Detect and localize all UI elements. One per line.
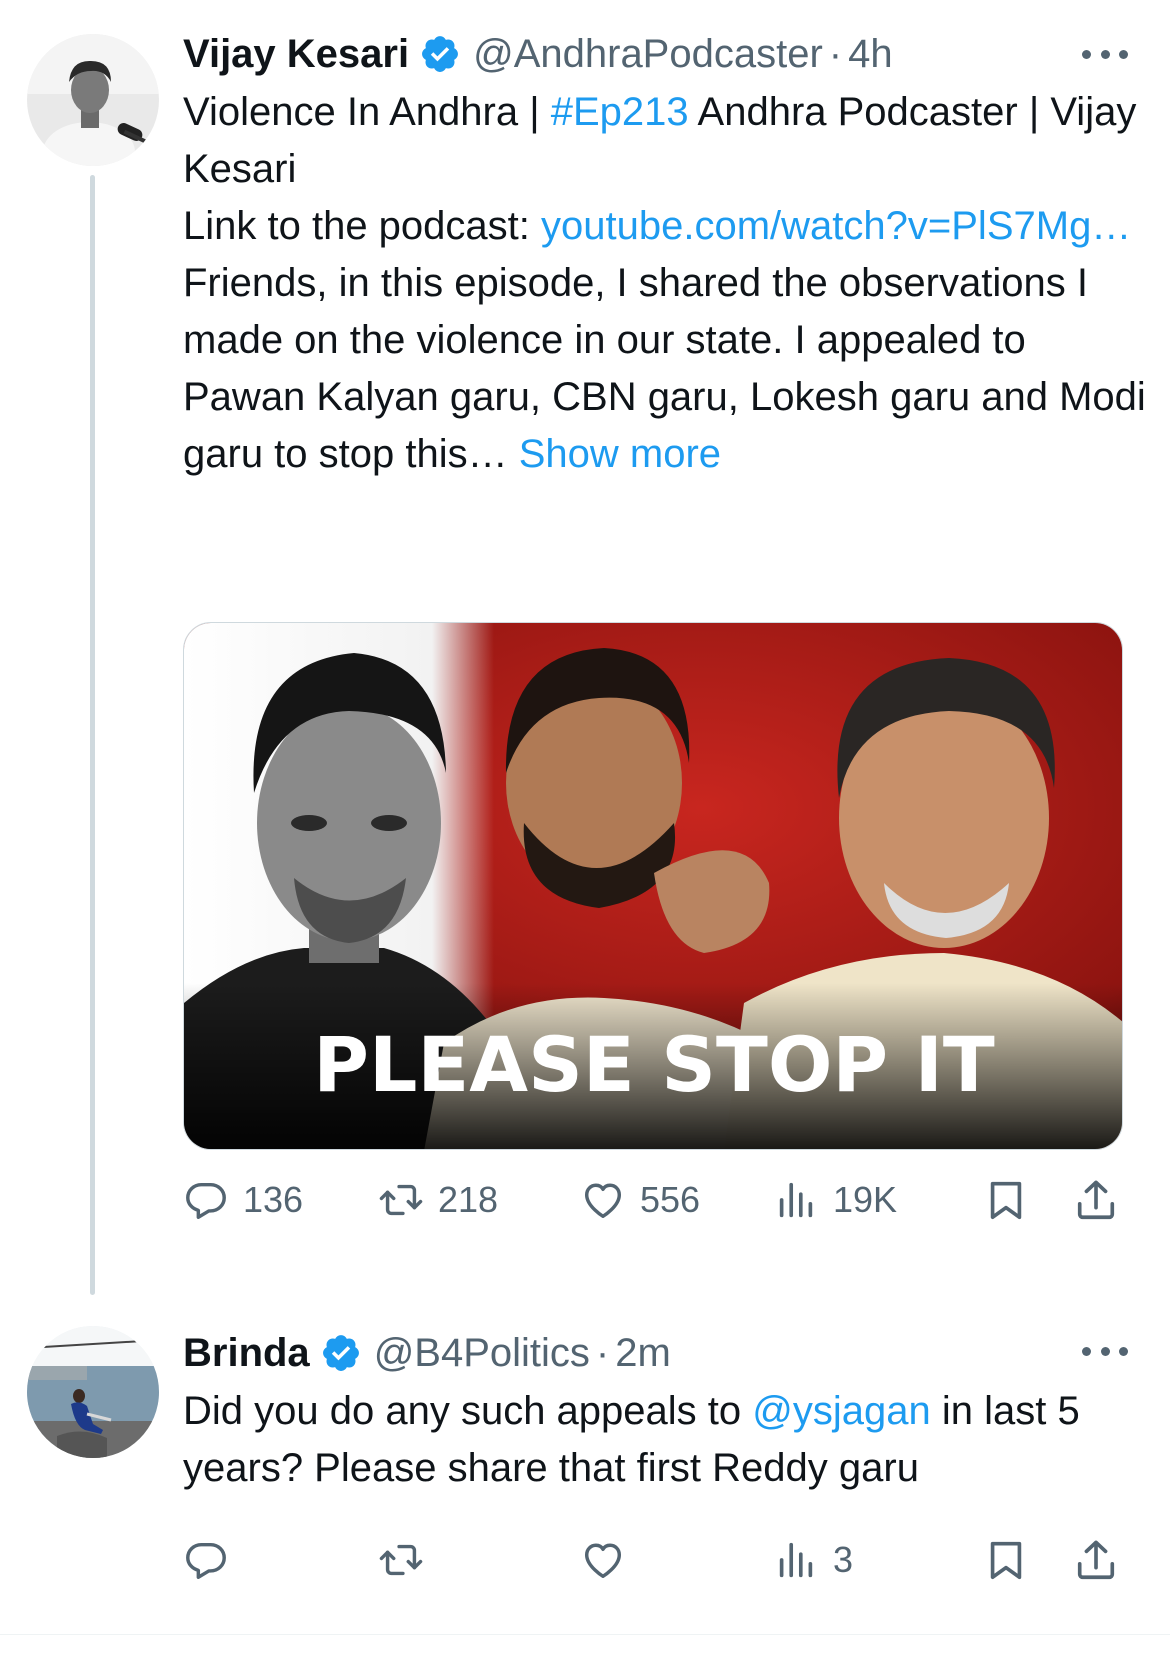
- reply-author-avatar[interactable]: [27, 1326, 159, 1458]
- like-count: 556: [640, 1179, 701, 1220]
- media-overlay-text: PLEASE STOP IT: [313, 1020, 995, 1109]
- share-icon: [1077, 1540, 1115, 1580]
- show-more-link[interactable]: Show more: [519, 432, 721, 476]
- tweet-actions: 136 218 556 19K: [183, 1170, 1123, 1230]
- bookmark-button[interactable]: [983, 1530, 1029, 1590]
- like-icon: [584, 1183, 622, 1219]
- author-handle[interactable]: @AndhraPodcaster: [473, 32, 823, 77]
- more-icon[interactable]: [1082, 47, 1128, 61]
- views-icon: [779, 1542, 813, 1578]
- mention-link[interactable]: @ysjagan: [752, 1389, 930, 1433]
- views-button[interactable]: 3: [773, 1530, 853, 1590]
- reply-button[interactable]: 136: [183, 1170, 303, 1230]
- reply-timestamp[interactable]: 2m: [615, 1331, 671, 1376]
- repost-button[interactable]: 218: [378, 1170, 498, 1230]
- youtube-link[interactable]: youtube.com/watch?v=PlS7Mg…: [541, 204, 1131, 248]
- views-count: 3: [833, 1539, 854, 1580]
- share-button[interactable]: [1073, 1530, 1119, 1590]
- repost-icon: [379, 1184, 423, 1216]
- reply-tweet[interactable]: Brinda @B4Politics · 2m Did you do any s…: [0, 1305, 1170, 1674]
- link-prefix: Link to the podcast:: [183, 204, 542, 248]
- bookmark-icon: [990, 1541, 1022, 1580]
- like-button[interactable]: 556: [580, 1170, 700, 1230]
- repost-icon: [379, 1544, 423, 1576]
- reply-icon: [186, 1182, 226, 1219]
- reply-text: Did you do any such appeals to @ysjagan …: [183, 1383, 1148, 1497]
- bookmark-icon: [990, 1181, 1022, 1220]
- like-button[interactable]: [580, 1530, 626, 1590]
- tweet-header: Vijay Kesari @AndhraPodcaster · 4h: [183, 24, 893, 84]
- divider: [0, 1634, 1170, 1635]
- text-line1-start: Violence In Andhra |: [183, 90, 551, 134]
- tweet-media-image[interactable]: PLEASE STOP IT: [183, 622, 1123, 1150]
- share-icon: [1077, 1180, 1115, 1220]
- repost-count: 218: [438, 1179, 499, 1220]
- verified-badge-icon: [322, 1335, 359, 1371]
- separator-dot: ·: [595, 1330, 610, 1375]
- main-tweet[interactable]: Vijay Kesari @AndhraPodcaster · 4h Viole…: [0, 0, 1170, 1305]
- timestamp[interactable]: 4h: [848, 32, 893, 77]
- views-count: 19K: [833, 1179, 898, 1220]
- separator-dot: ·: [828, 31, 843, 76]
- reply-actions: 3: [183, 1530, 1123, 1590]
- reply-count: 136: [243, 1179, 304, 1220]
- thread-line: [90, 175, 95, 1295]
- verified-badge-icon: [422, 36, 459, 72]
- hashtag-link[interactable]: #Ep213: [551, 90, 689, 134]
- like-icon: [584, 1543, 622, 1579]
- repost-button[interactable]: [378, 1530, 424, 1590]
- views-icon: [779, 1182, 813, 1218]
- tweet-text: Violence In Andhra | #Ep213 Andhra Podca…: [183, 84, 1148, 483]
- reply-author-handle[interactable]: @B4Politics: [374, 1331, 590, 1376]
- reply-button[interactable]: [183, 1530, 229, 1590]
- author-avatar[interactable]: [27, 34, 159, 166]
- views-button[interactable]: 19K: [773, 1170, 897, 1230]
- author-name[interactable]: Vijay Kesari: [183, 32, 409, 77]
- more-icon[interactable]: [1082, 1344, 1128, 1358]
- bookmark-button[interactable]: [983, 1170, 1029, 1230]
- reply-author-name[interactable]: Brinda: [183, 1331, 310, 1376]
- reply-header: Brinda @B4Politics · 2m: [183, 1323, 671, 1383]
- share-button[interactable]: [1073, 1170, 1119, 1230]
- reply-text-start: Did you do any such appeals to: [183, 1389, 753, 1433]
- reply-icon: [186, 1542, 226, 1579]
